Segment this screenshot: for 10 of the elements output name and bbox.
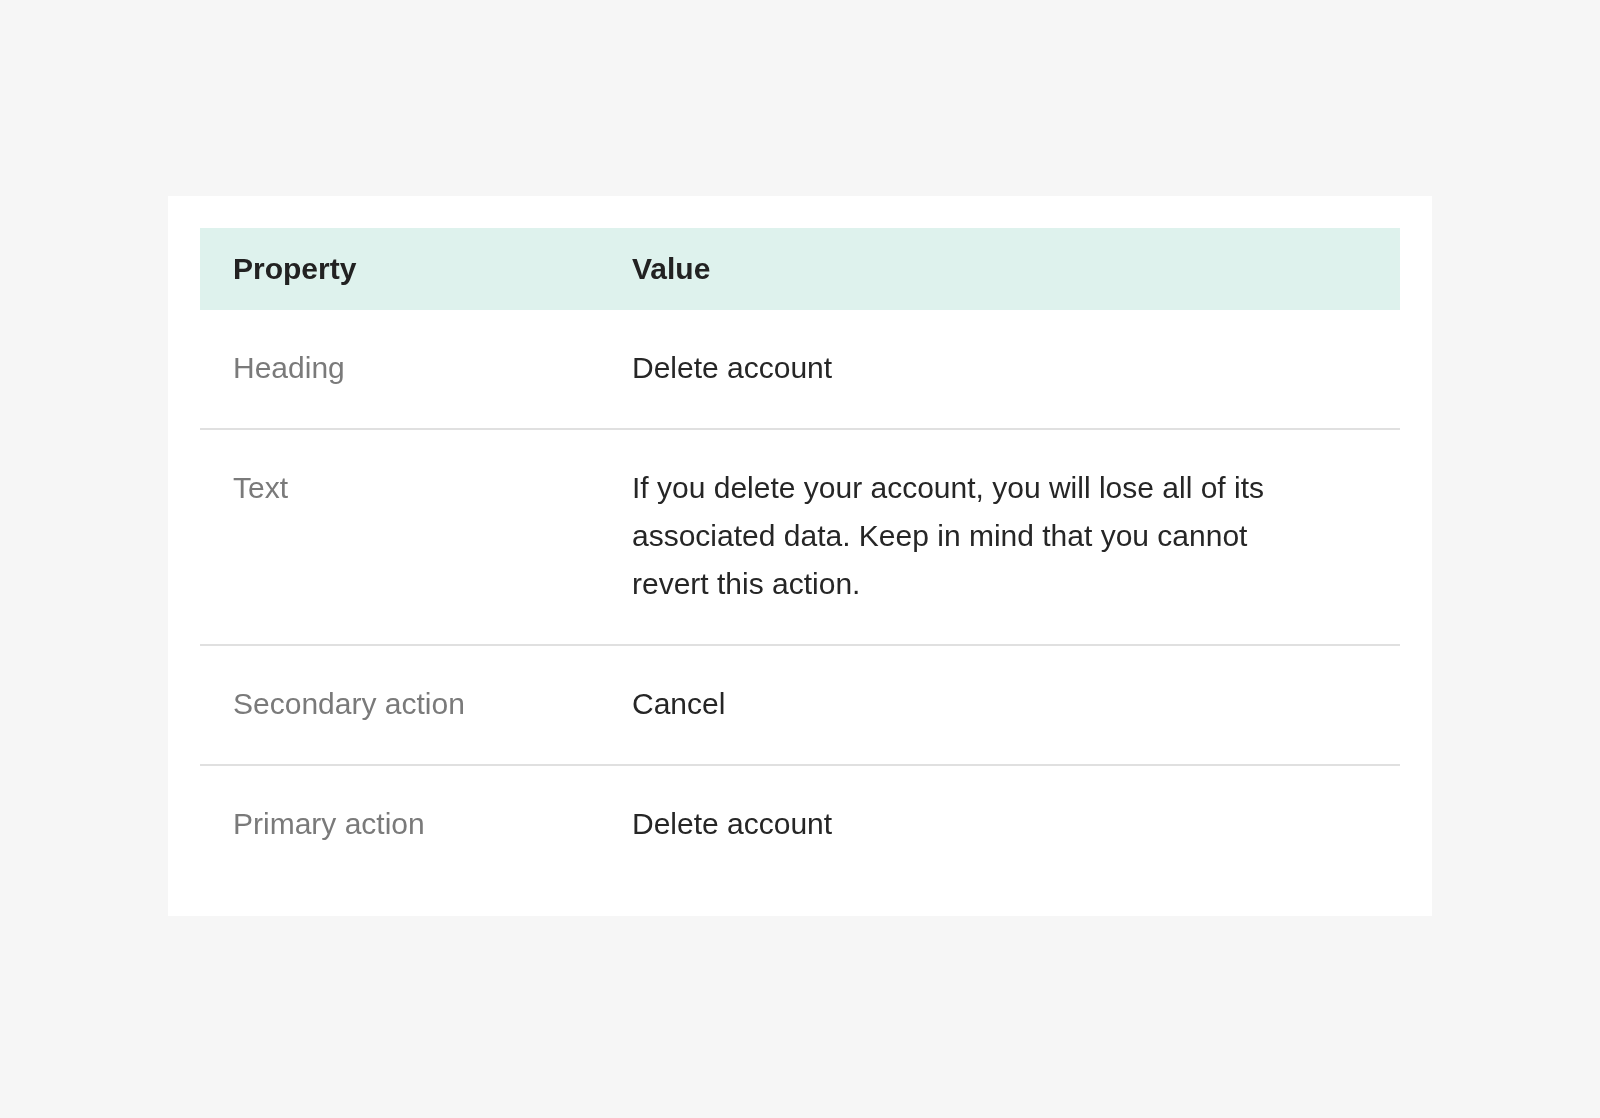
property-cell-text: Secondary action [232, 686, 465, 722]
value-cell-text: Delete account [632, 806, 833, 842]
value-cell-text: Delete account [632, 350, 833, 386]
property-cell-text: Primary action [232, 806, 425, 842]
property-cell-text: Text [232, 470, 289, 506]
value-cell-text: Cancel [632, 686, 726, 722]
value-cell-text: If you delete your account, you will lose all of its associated data. Keep in mind that you cannot revert this action. [632, 470, 1265, 602]
column-header: Property [232, 252, 357, 286]
property-cell-text: Heading [232, 350, 345, 386]
column-header: Value [632, 252, 711, 286]
